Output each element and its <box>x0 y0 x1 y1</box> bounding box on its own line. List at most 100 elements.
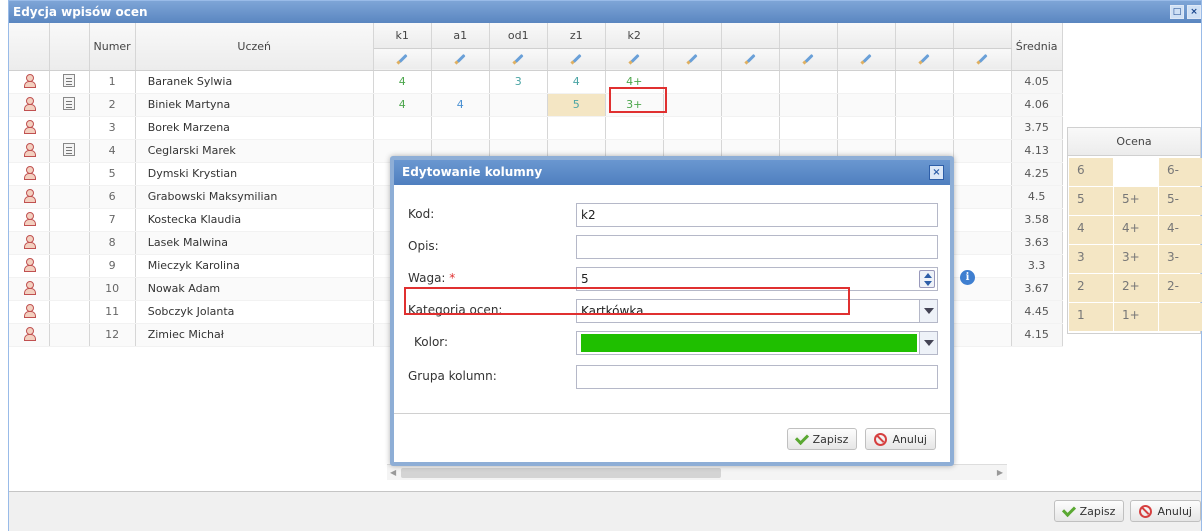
grade-option[interactable]: 2+ <box>1114 274 1158 302</box>
note-cell[interactable] <box>49 277 90 301</box>
grade-cell[interactable] <box>721 70 780 94</box>
grade-cell[interactable] <box>953 185 1012 209</box>
student-cell[interactable] <box>9 208 50 232</box>
table-row[interactable]: 1 Baranek Sylwia 4 3 4 4+ 4.05 <box>9 70 1063 94</box>
grade-cell[interactable]: 4 <box>373 70 432 94</box>
edit-column-z1-button[interactable] <box>547 48 606 71</box>
grade-cell[interactable]: 5 <box>547 93 606 117</box>
spinner-icon[interactable] <box>919 270 935 288</box>
kolor-select[interactable] <box>576 331 938 355</box>
grade-cell[interactable] <box>953 116 1012 140</box>
grade-cell[interactable] <box>721 116 780 140</box>
grade-cell[interactable]: 4 <box>547 70 606 94</box>
info-icon[interactable]: i <box>960 270 975 285</box>
note-cell[interactable] <box>49 254 90 278</box>
grade-cell[interactable] <box>953 93 1012 117</box>
user-icon[interactable] <box>23 96 36 111</box>
horizontal-scrollbar[interactable]: ◀ ▶ <box>387 464 1007 480</box>
footer-save-button[interactable]: Zapisz <box>1053 500 1125 522</box>
grade-cell[interactable] <box>547 116 606 140</box>
grade-cell[interactable] <box>953 70 1012 94</box>
edit-column-button[interactable] <box>663 48 722 71</box>
edit-column-button[interactable] <box>779 48 838 71</box>
grade-cell[interactable] <box>837 93 896 117</box>
header-uczen[interactable]: Uczeń <box>135 23 374 71</box>
note-cell[interactable] <box>49 323 90 347</box>
grade-option[interactable]: 5 <box>1069 187 1113 215</box>
grade-cell[interactable] <box>779 93 838 117</box>
student-cell[interactable] <box>9 70 50 94</box>
user-icon[interactable] <box>23 234 36 249</box>
table-row[interactable]: 3 Borek Marzena 3.75 <box>9 116 1063 140</box>
student-cell[interactable] <box>9 185 50 209</box>
grade-cell[interactable] <box>953 231 1012 255</box>
grade-cell[interactable] <box>663 93 722 117</box>
grade-cell[interactable] <box>837 116 896 140</box>
scroll-left-icon[interactable]: ◀ <box>390 468 396 477</box>
grade-cell[interactable] <box>431 116 490 140</box>
maximize-icon[interactable]: □ <box>1170 5 1184 19</box>
user-icon[interactable] <box>23 257 36 272</box>
chevron-down-icon[interactable] <box>919 300 937 322</box>
opis-input[interactable] <box>576 235 938 259</box>
grade-option[interactable]: 4 <box>1069 216 1113 244</box>
grade-option[interactable] <box>1159 303 1202 331</box>
note-cell[interactable] <box>49 300 90 324</box>
student-cell[interactable] <box>9 116 50 140</box>
grade-cell[interactable]: 4 <box>431 93 490 117</box>
grade-option[interactable]: 3 <box>1069 245 1113 273</box>
note-cell[interactable] <box>49 116 90 140</box>
grade-cell[interactable] <box>489 116 548 140</box>
grade-cell[interactable] <box>779 70 838 94</box>
grade-option[interactable]: 3+ <box>1114 245 1158 273</box>
grade-cell[interactable] <box>895 93 954 117</box>
grade-cell[interactable] <box>953 139 1012 163</box>
grade-cell[interactable] <box>953 323 1012 347</box>
grade-option[interactable]: 5- <box>1159 187 1202 215</box>
note-cell[interactable] <box>49 93 90 117</box>
grade-cell[interactable]: 3 <box>489 70 548 94</box>
grade-option[interactable]: 6- <box>1159 158 1202 186</box>
grade-option[interactable]: 4+ <box>1114 216 1158 244</box>
user-icon[interactable] <box>23 142 36 157</box>
grade-cell[interactable] <box>779 116 838 140</box>
note-icon[interactable] <box>63 73 75 87</box>
grade-cell[interactable] <box>663 116 722 140</box>
edit-column-button[interactable] <box>953 48 1012 71</box>
scroll-right-icon[interactable]: ▶ <box>997 468 1003 477</box>
student-cell[interactable] <box>9 93 50 117</box>
grade-option[interactable]: 5+ <box>1114 187 1158 215</box>
grade-cell[interactable] <box>663 70 722 94</box>
grade-option[interactable] <box>1114 158 1158 186</box>
user-icon[interactable] <box>23 303 36 318</box>
grade-option[interactable]: 2- <box>1159 274 1202 302</box>
grupa-input[interactable] <box>576 365 938 389</box>
grade-cell[interactable] <box>605 116 664 140</box>
grade-cell[interactable] <box>895 116 954 140</box>
grade-option[interactable]: 1 <box>1069 303 1113 331</box>
edit-column-od1-button[interactable] <box>489 48 548 71</box>
student-cell[interactable] <box>9 254 50 278</box>
grade-option[interactable]: 3- <box>1159 245 1202 273</box>
grade-cell[interactable] <box>373 116 432 140</box>
user-icon[interactable] <box>23 326 36 341</box>
grade-option[interactable]: 1+ <box>1114 303 1158 331</box>
footer-cancel-button[interactable]: Anuluj <box>1130 500 1201 522</box>
edit-column-k2-button[interactable] <box>605 48 664 71</box>
user-icon[interactable] <box>23 211 36 226</box>
user-icon[interactable] <box>23 73 36 88</box>
grade-option[interactable]: 6 <box>1069 158 1113 186</box>
grade-cell[interactable] <box>489 93 548 117</box>
edit-column-button[interactable] <box>895 48 954 71</box>
note-cell[interactable] <box>49 208 90 232</box>
grade-option[interactable]: 2 <box>1069 274 1113 302</box>
grade-cell[interactable]: 4 <box>373 93 432 117</box>
student-cell[interactable] <box>9 139 50 163</box>
edit-column-button[interactable] <box>721 48 780 71</box>
note-cell[interactable] <box>49 139 90 163</box>
note-cell[interactable] <box>49 162 90 186</box>
note-icon[interactable] <box>63 96 75 110</box>
student-cell[interactable] <box>9 277 50 301</box>
student-cell[interactable] <box>9 300 50 324</box>
edit-column-button[interactable] <box>837 48 896 71</box>
